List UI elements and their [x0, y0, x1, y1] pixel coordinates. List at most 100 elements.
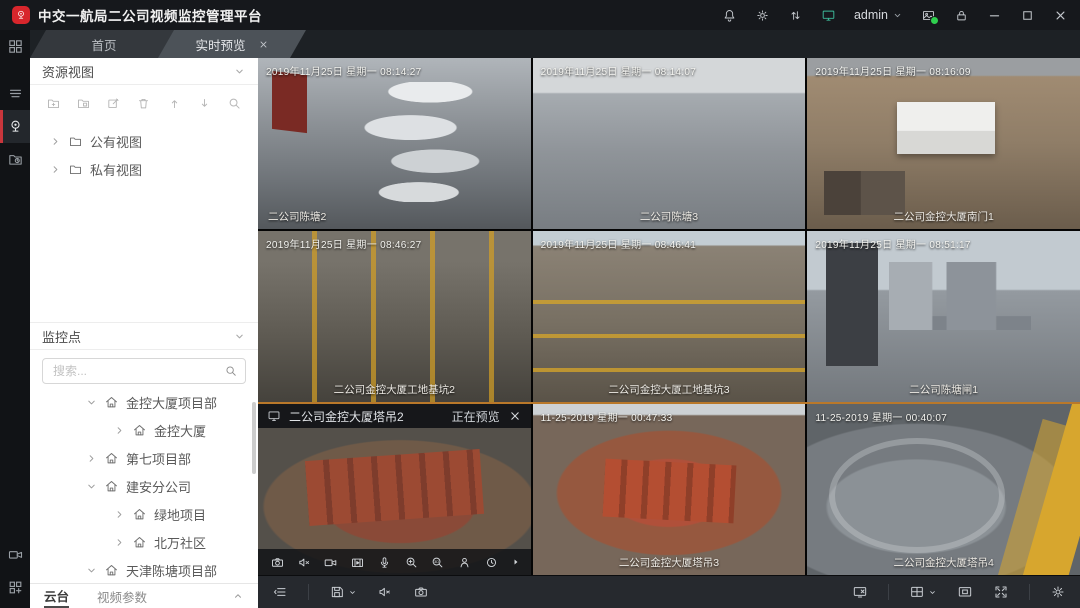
chevron-up-icon[interactable]: [232, 590, 244, 602]
tree-item-site[interactable]: 第七项目部: [30, 444, 258, 472]
ptz-tab-bar: 云台 视频参数: [30, 583, 258, 608]
minimize-icon[interactable]: [987, 8, 1002, 23]
video-tile-9[interactable]: 11-25-2019 星期一 00:40:07 二公司金控大厦塔吊4: [807, 404, 1080, 575]
chevron-right-icon[interactable]: [50, 136, 61, 147]
instant-playback-icon[interactable]: [350, 555, 365, 570]
video-tile-7-selected[interactable]: 二公司金控大厦塔吊2 正在预览: [258, 404, 531, 575]
settings-icon[interactable]: [755, 8, 770, 23]
tree-item-label: 北万社区: [154, 533, 206, 552]
close-tab-icon[interactable]: [258, 39, 269, 50]
video-tile-8[interactable]: 11-25-2019 星期一 00:47:33 二公司金控大厦塔吊3: [533, 404, 806, 575]
sort-icon[interactable]: [788, 8, 803, 23]
chevron-expanded-icon[interactable]: [86, 481, 97, 492]
fullscreen-icon[interactable]: [993, 584, 1009, 600]
video-wall-icon[interactable]: [0, 538, 30, 571]
menu-icon[interactable]: [0, 77, 30, 110]
tree-item-site[interactable]: 北万社区: [30, 528, 258, 556]
site-icon: [132, 507, 147, 522]
record-icon[interactable]: [323, 555, 338, 570]
tab-home[interactable]: 首页: [30, 30, 178, 58]
more-icon[interactable]: [511, 557, 521, 567]
video-tile-5[interactable]: 2019年11月25日 星期一 08:46:41 二公司金控大厦工地基坑3: [533, 231, 806, 402]
chevron-expanded-icon[interactable]: [86, 397, 97, 408]
tree-item-site[interactable]: 金控大厦项目部: [30, 388, 258, 416]
chevron-right-icon[interactable]: [114, 509, 125, 520]
delete-icon[interactable]: [136, 96, 151, 111]
tree-item-label: 第七项目部: [126, 449, 191, 468]
monitor-status-icon[interactable]: [821, 8, 836, 23]
playback-icon[interactable]: [0, 143, 30, 176]
tab-ptz[interactable]: 云台: [44, 584, 69, 608]
chevron-right-icon[interactable]: [114, 537, 125, 548]
timestamp-overlay: 2019年11月25日 星期一 08:16:09: [815, 63, 970, 78]
save-icon: [329, 584, 345, 600]
user-menu[interactable]: admin: [854, 8, 903, 22]
tree-item-private-views[interactable]: 私有视图: [30, 155, 258, 183]
monitor-tree: 金控大厦项目部 金控大厦 第七项目部 建安分公司: [30, 388, 258, 584]
chevron-down-icon: [928, 588, 937, 597]
settings-icon[interactable]: [1050, 584, 1066, 600]
add-layout-icon[interactable]: [0, 571, 30, 604]
snapshot-icon[interactable]: [270, 555, 285, 570]
tab-video-params[interactable]: 视频参数: [97, 584, 147, 608]
search-input[interactable]: [42, 358, 246, 384]
save-view-button[interactable]: [329, 584, 357, 600]
close-icon[interactable]: [1053, 8, 1068, 23]
resource-view-header[interactable]: 资源视图: [30, 58, 258, 85]
left-panel: 资源视图 公有视图 私有视图 监: [30, 58, 258, 608]
camera-name-overlay: 二公司金控大厦南门1: [807, 209, 1080, 224]
timestamp-overlay: 2019年11月25日 星期一 08:51:17: [815, 236, 970, 251]
search-icon[interactable]: [224, 364, 238, 378]
video-tile-3[interactable]: 2019年11月25日 星期一 08:16:09 二公司金控大厦南门1: [807, 58, 1080, 229]
scale-icon[interactable]: [957, 584, 973, 600]
tree-item-public-views[interactable]: 公有视图: [30, 127, 258, 155]
maximize-icon[interactable]: [1020, 8, 1035, 23]
zoom-3d-icon[interactable]: [430, 555, 445, 570]
search-icon[interactable]: [227, 96, 242, 111]
close-all-icon[interactable]: [852, 584, 868, 600]
mute-all-icon[interactable]: [377, 584, 393, 600]
camera-name-overlay: 二公司陈塘2: [258, 209, 531, 224]
timed-snapshot-icon[interactable]: [484, 555, 499, 570]
edit-icon[interactable]: [106, 96, 121, 111]
snapshot-all-icon[interactable]: [413, 584, 429, 600]
chevron-right-icon[interactable]: [86, 453, 97, 464]
live-preview-icon[interactable]: [0, 110, 30, 143]
scrollbar-thumb[interactable]: [252, 402, 256, 474]
mute-icon[interactable]: [297, 555, 312, 570]
lock-icon[interactable]: [954, 8, 969, 23]
video-tile-2[interactable]: 2019年11月25日 星期一 08:14:07 二公司陈塘3: [533, 58, 806, 229]
tab-label: 实时预览: [195, 35, 245, 54]
preset-icon[interactable]: [457, 555, 472, 570]
add-view-icon[interactable]: [76, 96, 91, 111]
nav-spacer: [0, 176, 30, 538]
chevron-right-icon[interactable]: [114, 425, 125, 436]
stream-list-icon[interactable]: [272, 584, 288, 600]
move-up-icon[interactable]: [167, 96, 182, 111]
bell-icon[interactable]: [722, 8, 737, 23]
bottom-toolbar-left: [272, 584, 429, 600]
add-group-icon[interactable]: [46, 96, 61, 111]
folder-icon: [68, 134, 83, 149]
apps-grid-icon[interactable]: [0, 30, 30, 63]
tree-item-site[interactable]: 金控大厦: [30, 416, 258, 444]
tree-item-site[interactable]: 天津陈塘项目部: [30, 556, 258, 584]
zoom-in-icon[interactable]: [404, 555, 419, 570]
selected-row-highlight: [258, 402, 1080, 404]
layout-select-button[interactable]: [909, 584, 937, 600]
monitor-point-header[interactable]: 监控点: [30, 323, 258, 350]
tree-item-site[interactable]: 建安分公司: [30, 472, 258, 500]
site-icon: [104, 479, 119, 494]
mic-icon[interactable]: [377, 555, 392, 570]
video-tile-6[interactable]: 2019年11月25日 星期一 08:51:17 二公司陈塘闸1: [807, 231, 1080, 402]
move-down-icon[interactable]: [197, 96, 212, 111]
tree-item-site[interactable]: 绿地项目: [30, 500, 258, 528]
tab-live-preview[interactable]: 实时预览: [158, 30, 306, 58]
chevron-right-icon[interactable]: [50, 164, 61, 175]
section-title: 监控点: [42, 327, 81, 346]
video-tile-4[interactable]: 2019年11月25日 星期一 08:46:27 二公司金控大厦工地基坑2: [258, 231, 531, 402]
close-stream-icon[interactable]: [508, 409, 522, 423]
chevron-expanded-icon[interactable]: [86, 565, 97, 576]
capture-status-icon[interactable]: [921, 8, 936, 23]
video-tile-1[interactable]: 2019年11月25日 星期一 08:14:27 二公司陈塘2: [258, 58, 531, 229]
